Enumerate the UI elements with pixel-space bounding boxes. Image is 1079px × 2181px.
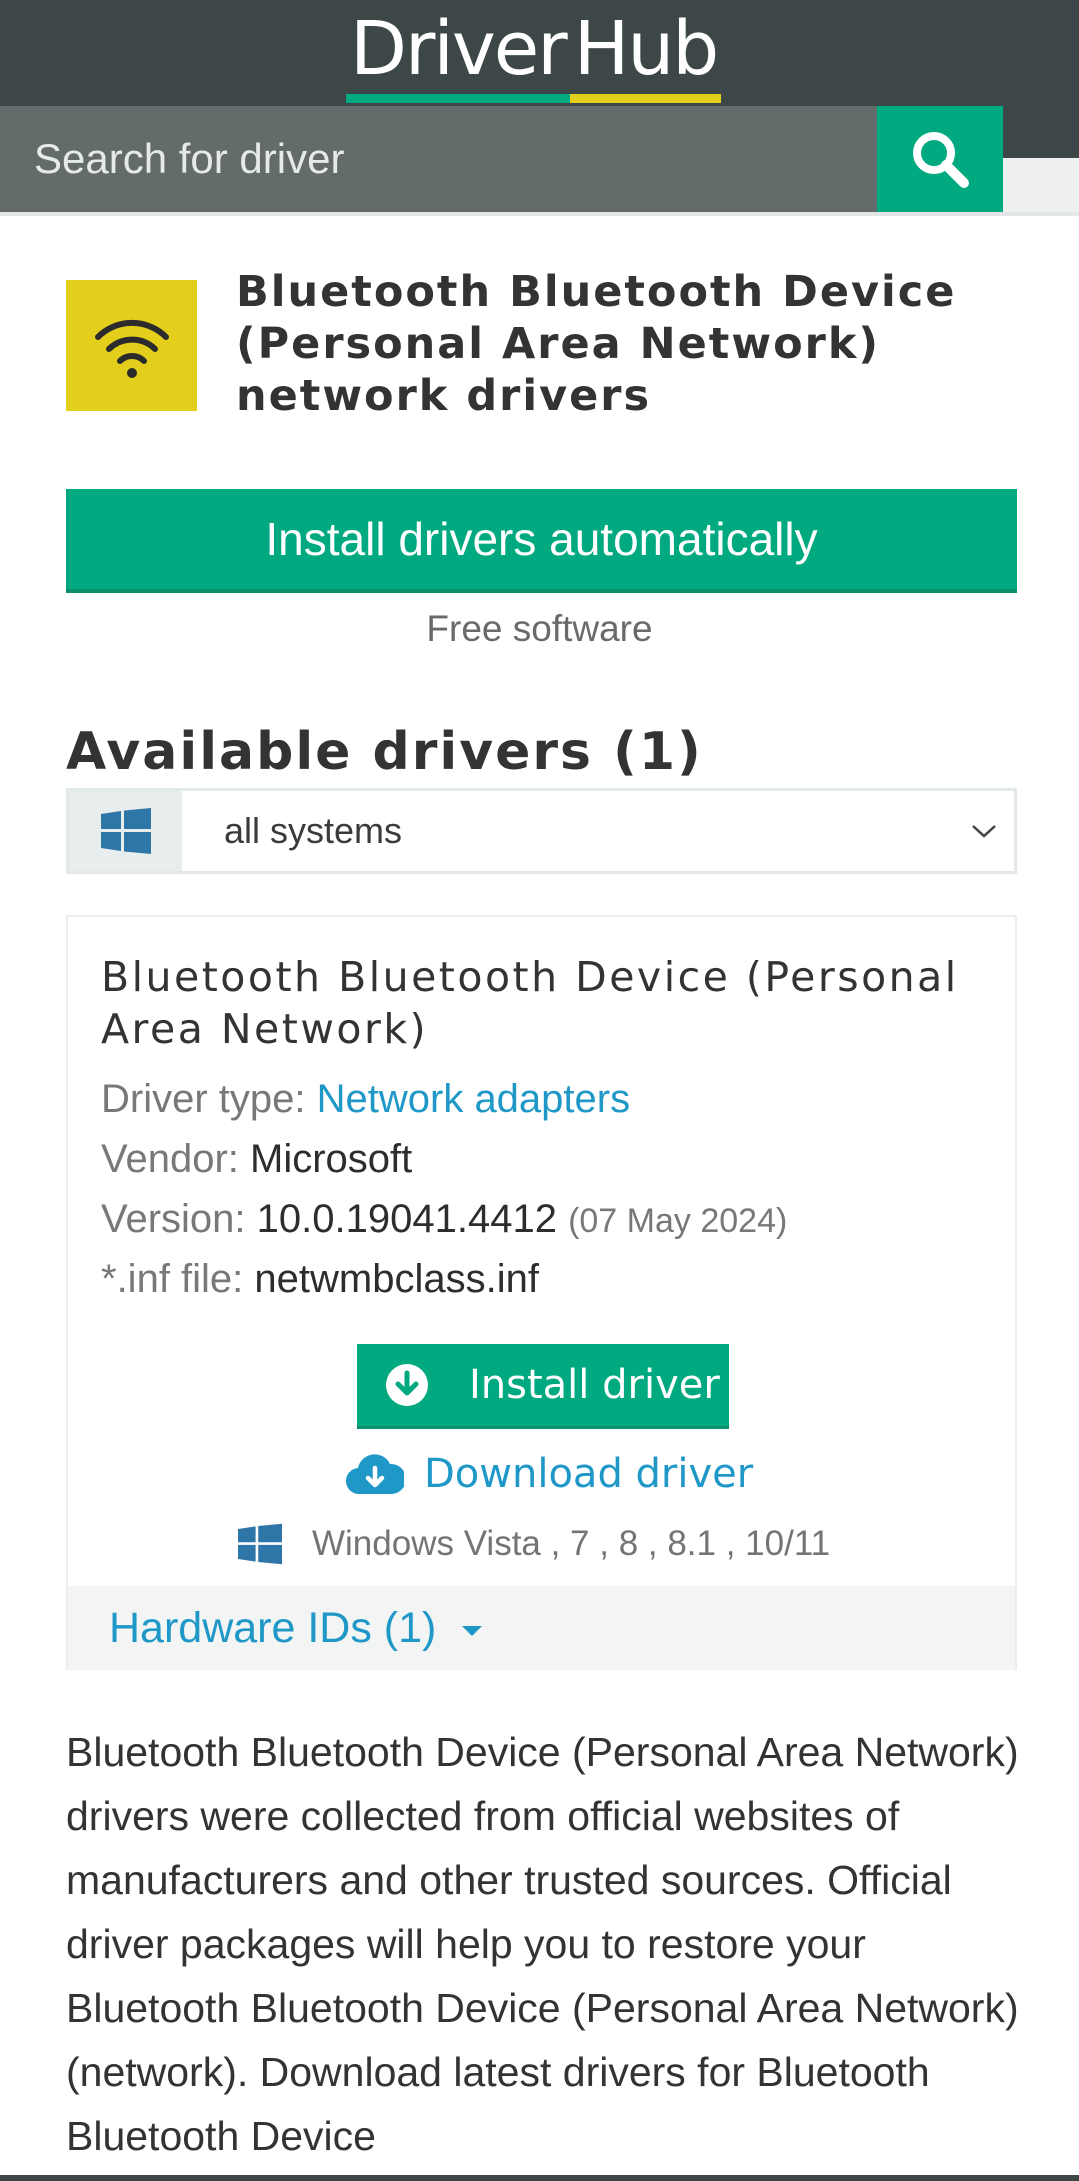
os-filter-icon-box bbox=[69, 791, 182, 871]
logo-word-driver: Driver bbox=[346, 4, 570, 103]
search-input[interactable] bbox=[0, 106, 877, 212]
available-drivers-heading: Available drivers (1) bbox=[66, 722, 703, 782]
download-circle-icon bbox=[386, 1364, 428, 1406]
header-right-pad bbox=[1003, 158, 1079, 212]
os-support-row: Windows Vista , 7 , 8 , 8.1 , 10/11 bbox=[238, 1523, 830, 1565]
inf-file-label: *.inf file: bbox=[101, 1257, 244, 1301]
vendor-label: Vendor: bbox=[101, 1137, 239, 1181]
inf-file-row: *.inf file: netwmbclass.inf bbox=[101, 1257, 539, 1302]
windows-icon bbox=[238, 1523, 282, 1565]
install-drivers-automatically-button[interactable]: Install drivers automatically bbox=[66, 489, 1017, 589]
install-driver-label: Install driver bbox=[469, 1362, 720, 1408]
header-divider bbox=[0, 212, 1079, 216]
vendor-value: Microsoft bbox=[250, 1137, 413, 1181]
hardware-ids-label: Hardware IDs (1) bbox=[109, 1603, 437, 1652]
device-category-icon bbox=[66, 280, 197, 411]
cloud-download-icon bbox=[346, 1454, 404, 1495]
os-filter-value: all systems bbox=[224, 810, 403, 851]
version-label: Version: bbox=[101, 1197, 246, 1241]
version-row: Version: 10.0.19041.4412 (07 May 2024) bbox=[101, 1197, 787, 1242]
site-logo[interactable]: Driver Hub bbox=[346, 4, 722, 104]
driver-type-link[interactable]: Network adapters bbox=[317, 1077, 630, 1121]
vendor-row: Vendor: Microsoft bbox=[101, 1137, 412, 1182]
hardware-ids-toggle[interactable]: Hardware IDs (1) bbox=[68, 1586, 1015, 1670]
driver-description: Bluetooth Bluetooth Device (Personal Are… bbox=[66, 1729, 1019, 2159]
os-support-text: Windows Vista , 7 , 8 , 8.1 , 10/11 bbox=[312, 1524, 831, 1563]
wifi-icon bbox=[94, 319, 169, 378]
driver-name: Bluetooth Bluetooth Device (Personal Are… bbox=[101, 953, 959, 1053]
bottom-edge-bar bbox=[0, 2175, 1079, 2181]
logo-word-hub: Hub bbox=[569, 4, 722, 103]
free-software-note: Free software bbox=[426, 608, 653, 649]
search-bar bbox=[0, 106, 1003, 212]
chevron-down-icon bbox=[954, 791, 1014, 871]
driver-card: Bluetooth Bluetooth Device (Personal Are… bbox=[66, 915, 1017, 1670]
inf-file-value: netwmbclass.inf bbox=[254, 1257, 539, 1301]
version-value: 10.0.19041.4412 bbox=[256, 1197, 557, 1241]
driver-type-row: Driver type: Network adapters bbox=[101, 1077, 630, 1122]
install-driver-button[interactable]: Install driver bbox=[357, 1344, 729, 1426]
driver-type-label: Driver type: bbox=[101, 1077, 306, 1121]
version-date: (07 May 2024) bbox=[568, 1202, 788, 1240]
search-icon bbox=[913, 132, 969, 188]
search-button[interactable] bbox=[877, 106, 1003, 212]
page-title: Bluetooth Bluetooth Device (Personal Are… bbox=[236, 267, 957, 421]
windows-icon bbox=[100, 808, 151, 854]
download-driver-link[interactable]: Download driver bbox=[346, 1444, 753, 1504]
os-filter-select[interactable]: all systems bbox=[66, 788, 1017, 874]
caret-down-icon bbox=[462, 1626, 483, 1636]
download-driver-label: Download driver bbox=[424, 1451, 754, 1497]
